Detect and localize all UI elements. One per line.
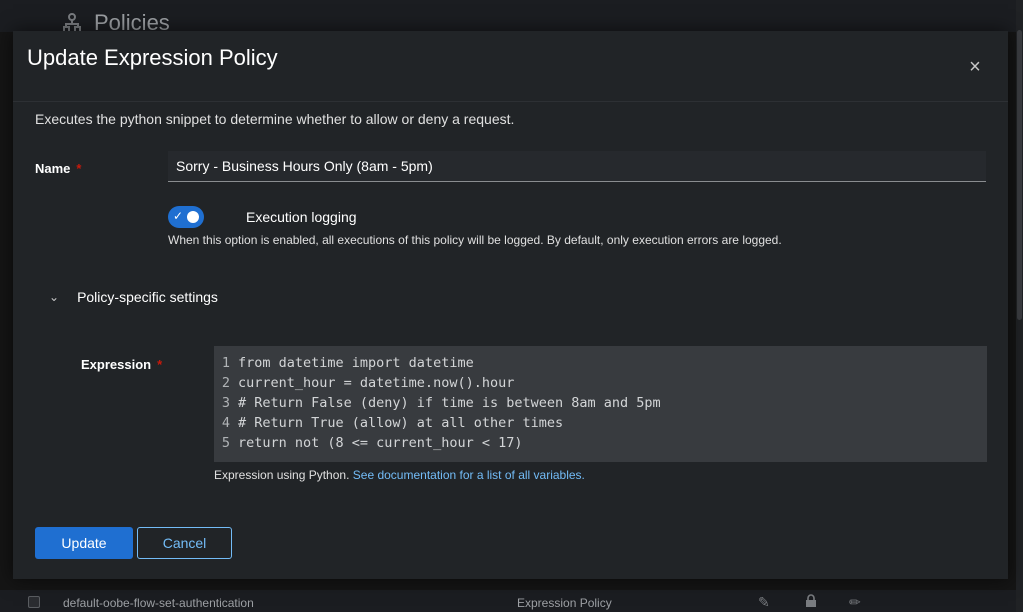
code-line: 1 from datetime import datetime xyxy=(221,355,474,371)
execution-logging-helper: When this option is enabled, all executi… xyxy=(168,233,782,247)
documentation-link[interactable]: See documentation for a list of all vari… xyxy=(353,468,585,482)
close-icon[interactable]: × xyxy=(965,57,985,77)
page-scrollbar[interactable] xyxy=(1016,0,1023,612)
section-label: Policy-specific settings xyxy=(77,289,218,305)
row-checkbox[interactable] xyxy=(28,596,40,608)
name-input[interactable]: Sorry - Business Hours Only (8am - 5pm) xyxy=(168,151,986,182)
code-line: 2 current_hour = datetime.now().hour xyxy=(221,375,515,391)
name-label: Name * xyxy=(35,161,82,176)
row-type: Expression Policy xyxy=(517,596,612,610)
execution-logging-toggle[interactable]: ✓ xyxy=(168,206,204,228)
policies-icon xyxy=(63,13,81,33)
divider xyxy=(13,101,1008,102)
code-line: 5 return not (8 <= current_hour < 17) xyxy=(221,435,523,451)
modal-title: Update Expression Policy xyxy=(27,45,278,70)
code-line: 3 # Return False (deny) if time is betwee… xyxy=(221,395,661,411)
chevron-down-icon: ⌄ xyxy=(49,290,60,304)
expression-label: Expression * xyxy=(81,357,163,372)
expression-editor[interactable]: 1 from datetime import datetime 2 current_… xyxy=(214,346,987,462)
edit-icon[interactable]: ✎ xyxy=(758,594,770,611)
policy-settings-toggle[interactable]: ⌄ Policy-specific settings xyxy=(49,289,218,305)
check-icon: ✓ xyxy=(173,209,184,223)
row-name[interactable]: default-oobe-flow-set-authentication xyxy=(63,596,254,610)
cancel-button[interactable]: Cancel xyxy=(137,527,232,559)
modal-description: Executes the python snippet to determine… xyxy=(35,111,515,127)
lock-icon[interactable] xyxy=(804,594,818,611)
execution-logging-label: Execution logging xyxy=(246,209,357,225)
update-button[interactable]: Update xyxy=(35,527,133,559)
update-policy-modal: Update Expression Policy × Executes the … xyxy=(13,31,1008,579)
expression-help: Expression using Python. See documentati… xyxy=(214,468,585,482)
code-line: 4 # Return True (allow) at all other time… xyxy=(221,415,564,431)
pencil-icon[interactable]: ✏ xyxy=(849,594,861,611)
